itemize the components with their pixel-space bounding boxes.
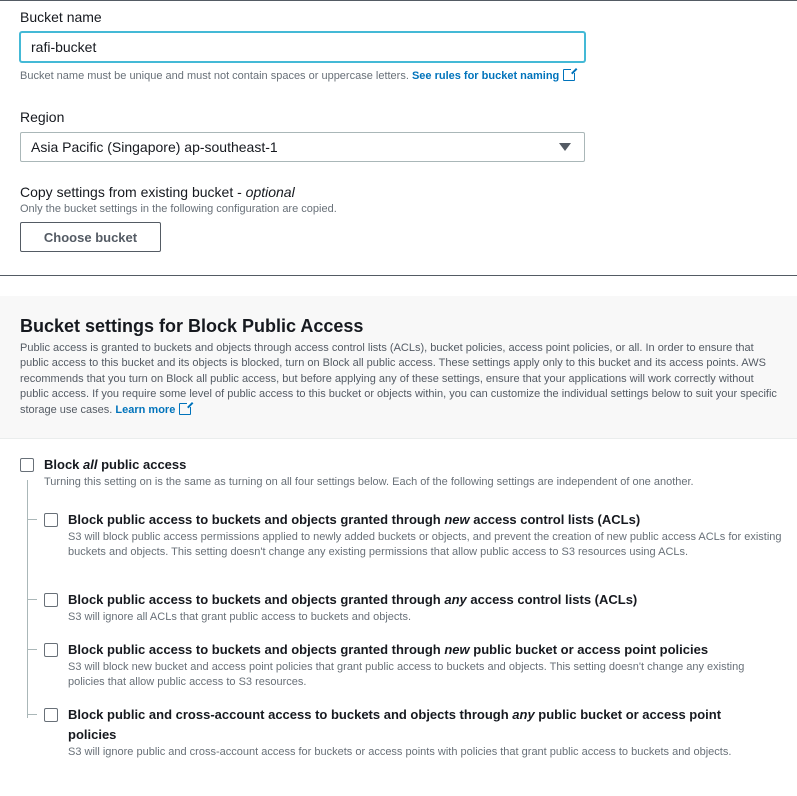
region-label: Region (20, 109, 65, 125)
learn-more-link-text: Learn more (115, 403, 176, 416)
bucket-name-hint: Bucket name must be unique and must not … (20, 67, 578, 82)
region-selected-value: Asia Pacific (Singapore) ap-southeast-1 (31, 139, 278, 155)
option-title-pre: Block public access to buckets and objec… (68, 642, 445, 657)
block-new-acls-checkbox[interactable] (44, 513, 58, 527)
option-title-post: access control lists (ACLs) (469, 512, 641, 527)
block-new-policies-checkbox[interactable] (44, 643, 58, 657)
copy-settings-optional: optional (245, 184, 295, 200)
block-new-acls-desc: S3 will block public access permissions … (68, 531, 782, 559)
option-title-em: any (512, 707, 535, 722)
bucket-naming-rules-link-text: See rules for bucket naming (411, 70, 560, 82)
region-select[interactable]: Asia Pacific (Singapore) ap-southeast-1 (20, 132, 585, 162)
option-title-em: any (444, 592, 467, 607)
block-public-access-description: Public access is granted to buckets and … (20, 341, 780, 418)
block-all-title-post: public access (97, 457, 187, 472)
block-any-acls-desc: S3 will ignore all ACLs that grant publi… (68, 611, 412, 623)
top-border (0, 0, 797, 1)
block-all-title-pre: Block (44, 457, 84, 472)
block-any-policies-desc: S3 will ignore public and cross-account … (68, 746, 732, 758)
option-title-em: new (444, 642, 470, 657)
bucket-name-input[interactable] (20, 32, 585, 62)
tree-tick (27, 519, 37, 520)
bucket-naming-rules-link[interactable]: See rules for bucket naming (411, 67, 578, 82)
option-title-pre: Block public and cross-account access to… (68, 707, 513, 722)
external-link-icon (179, 400, 194, 415)
block-any-acls-title: Block public access to buckets and objec… (68, 590, 637, 610)
bucket-name-label: Bucket name (20, 9, 102, 25)
block-all-title-em: all (83, 457, 98, 472)
block-new-acls-title: Block public access to buckets and objec… (68, 510, 640, 530)
block-any-acls-checkbox[interactable] (44, 593, 58, 607)
block-new-policies-desc: S3 will block new bucket and access poin… (68, 661, 745, 689)
option-title-post: access control lists (ACLs) (466, 592, 638, 607)
caret-down-icon (559, 143, 571, 151)
bucket-name-hint-text: Bucket name must be unique and must not … (20, 70, 409, 82)
block-new-policies-title: Block public access to buckets and objec… (68, 640, 708, 660)
copy-settings-hint: Only the bucket settings in the followin… (20, 203, 337, 215)
tree-tick (27, 649, 37, 650)
block-public-access-title: Bucket settings for Block Public Access (20, 316, 364, 336)
option-title-pre: Block public access to buckets and objec… (68, 512, 445, 527)
copy-settings-label-text: Copy settings from existing bucket - (20, 184, 246, 200)
external-link-icon (563, 67, 578, 81)
block-all-public-access-desc: Turning this setting on is the same as t… (44, 476, 694, 488)
option-title-post: public bucket or access point policies (469, 642, 709, 657)
option-title-pre: Block public access to buckets and objec… (68, 592, 445, 607)
block-all-public-access-checkbox[interactable] (20, 458, 34, 472)
choose-bucket-button[interactable]: Choose bucket (20, 222, 161, 252)
learn-more-link[interactable]: Learn more (115, 400, 194, 416)
tree-tick (27, 599, 37, 600)
section-divider (0, 275, 797, 276)
tree-tick (27, 714, 37, 715)
copy-settings-label: Copy settings from existing bucket - opt… (20, 184, 295, 200)
option-title-em: new (444, 512, 470, 527)
block-any-policies-checkbox[interactable] (44, 708, 58, 722)
block-any-policies-title: Block public and cross-account access to… (68, 705, 768, 745)
block-all-public-access-title: Block all public access (44, 455, 186, 475)
